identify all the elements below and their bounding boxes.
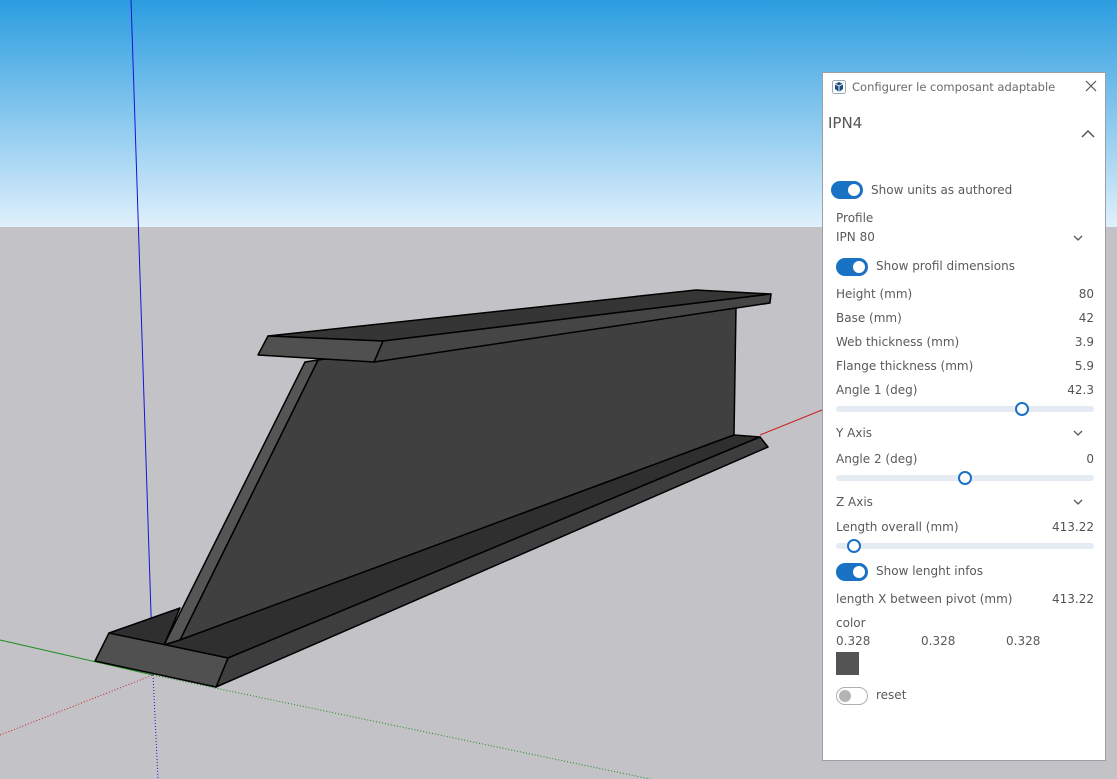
- color-r-value: 0.328: [836, 634, 871, 648]
- panel-title: Configurer le composant adaptable: [852, 80, 1056, 94]
- web-thickness-value: 3.9: [1074, 335, 1094, 349]
- angle1-slider[interactable]: [836, 402, 1094, 416]
- component-name: IPN4: [828, 114, 863, 132]
- length-overall-slider-thumb[interactable]: [847, 539, 862, 553]
- length-x-label: length X between pivot (mm): [836, 592, 1013, 606]
- flange-thickness-value: 5.9: [1074, 359, 1094, 373]
- z-axis-select[interactable]: Z Axis: [836, 495, 873, 509]
- angle2-label: Angle 2 (deg): [836, 452, 918, 466]
- angle2-value: 0: [1086, 452, 1094, 466]
- app-logo-icon: [832, 80, 846, 94]
- reset-label: reset: [876, 688, 907, 702]
- reset-toggle[interactable]: [836, 687, 868, 705]
- profile-chevron-down-icon[interactable]: [1071, 231, 1085, 245]
- length-overall-slider[interactable]: [836, 539, 1094, 553]
- profile-select-value[interactable]: IPN 80: [836, 230, 875, 244]
- show-units-label: Show units as authored: [871, 183, 1013, 197]
- show-units-toggle[interactable]: [831, 181, 863, 199]
- angle1-label: Angle 1 (deg): [836, 383, 918, 397]
- show-profil-label: Show profil dimensions: [876, 259, 1015, 273]
- height-label: Height (mm): [836, 287, 913, 301]
- y-axis-select[interactable]: Y Axis: [836, 426, 872, 440]
- angle2-slider[interactable]: [836, 471, 1094, 485]
- web-thickness-label: Web thickness (mm): [836, 335, 960, 349]
- close-icon[interactable]: [1083, 78, 1099, 94]
- base-label: Base (mm): [836, 311, 902, 325]
- flange-thickness-label: Flange thickness (mm): [836, 359, 974, 373]
- chevron-up-icon[interactable]: [1079, 125, 1097, 143]
- color-g-value: 0.328: [921, 634, 956, 648]
- length-overall-value: 413.22: [1052, 520, 1094, 534]
- base-value: 42: [1078, 311, 1094, 325]
- z-axis-chevron-down-icon[interactable]: [1071, 495, 1085, 509]
- show-length-label: Show lenght infos: [876, 564, 984, 578]
- angle1-value: 42.3: [1067, 383, 1094, 397]
- angle1-slider-thumb[interactable]: [1014, 402, 1029, 416]
- panel-titlebar[interactable]: Configurer le composant adaptable: [823, 73, 1105, 101]
- length-x-value: 413.22: [1052, 592, 1094, 606]
- profile-label: Profile: [836, 211, 874, 225]
- angle2-slider-thumb[interactable]: [958, 471, 972, 485]
- color-b-value: 0.328: [1006, 634, 1041, 648]
- configure-component-panel: Configurer le composant adaptable IPN4 S…: [822, 72, 1106, 761]
- show-length-toggle[interactable]: [836, 563, 868, 581]
- color-label: color: [836, 616, 866, 630]
- color-swatch[interactable]: [836, 652, 859, 675]
- length-overall-label: Length overall (mm): [836, 520, 959, 534]
- height-value: 80: [1078, 287, 1094, 301]
- show-profil-toggle[interactable]: [836, 258, 868, 276]
- y-axis-chevron-down-icon[interactable]: [1071, 426, 1085, 440]
